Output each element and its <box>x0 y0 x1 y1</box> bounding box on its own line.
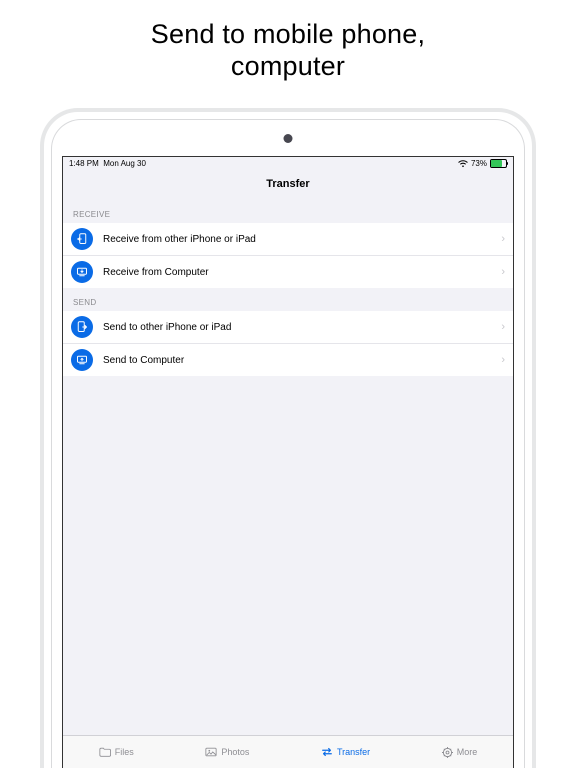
folder-icon <box>99 747 111 757</box>
front-camera-icon <box>284 134 293 143</box>
tab-files[interactable]: Files <box>99 747 134 757</box>
photos-icon <box>205 747 217 757</box>
row-send-computer[interactable]: Send to Computer › <box>63 343 513 376</box>
chevron-right-icon: › <box>501 321 505 333</box>
tab-label: More <box>457 747 478 757</box>
chevron-right-icon: › <box>501 266 505 278</box>
status-time: 1:48 PM <box>69 159 99 168</box>
status-battery-pct: 73% <box>471 159 487 168</box>
device-send-icon <box>71 316 93 338</box>
promo-line1: Send to mobile phone, <box>151 19 425 49</box>
row-receive-device[interactable]: Receive from other iPhone or iPad › <box>63 223 513 255</box>
row-label: Receive from other iPhone or iPad <box>103 234 491 245</box>
chevron-right-icon: › <box>501 233 505 245</box>
computer-send-icon <box>71 349 93 371</box>
row-send-device[interactable]: Send to other iPhone or iPad › <box>63 311 513 343</box>
device-receive-icon <box>71 228 93 250</box>
tab-label: Transfer <box>337 747 370 757</box>
tab-transfer[interactable]: Transfer <box>321 747 370 757</box>
row-label: Receive from Computer <box>103 267 491 278</box>
battery-icon <box>490 159 507 168</box>
page-title: Transfer <box>63 170 513 200</box>
section-header-receive: RECEIVE <box>63 200 513 223</box>
section-header-send: SEND <box>63 288 513 311</box>
status-date: Mon Aug 30 <box>103 159 146 168</box>
tab-label: Files <box>115 747 134 757</box>
screen: 1:48 PM Mon Aug 30 73% Transfer RECEIVE <box>62 156 514 768</box>
tab-bar: Files Photos Transfer <box>63 735 513 768</box>
status-bar: 1:48 PM Mon Aug 30 73% <box>63 157 513 170</box>
ipad-frame: 1:48 PM Mon Aug 30 73% Transfer RECEIVE <box>40 108 536 768</box>
wifi-icon <box>458 160 468 168</box>
tab-label: Photos <box>221 747 249 757</box>
promo-line2: computer <box>231 51 345 81</box>
row-receive-computer[interactable]: Receive from Computer › <box>63 255 513 288</box>
promo-heading: Send to mobile phone, computer <box>0 0 576 88</box>
chevron-right-icon: › <box>501 354 505 366</box>
row-label: Send to Computer <box>103 355 491 366</box>
gear-icon <box>442 747 453 758</box>
transfer-icon <box>321 747 333 757</box>
tab-photos[interactable]: Photos <box>205 747 249 757</box>
computer-receive-icon <box>71 261 93 283</box>
tab-more[interactable]: More <box>442 747 478 758</box>
row-label: Send to other iPhone or iPad <box>103 322 491 333</box>
